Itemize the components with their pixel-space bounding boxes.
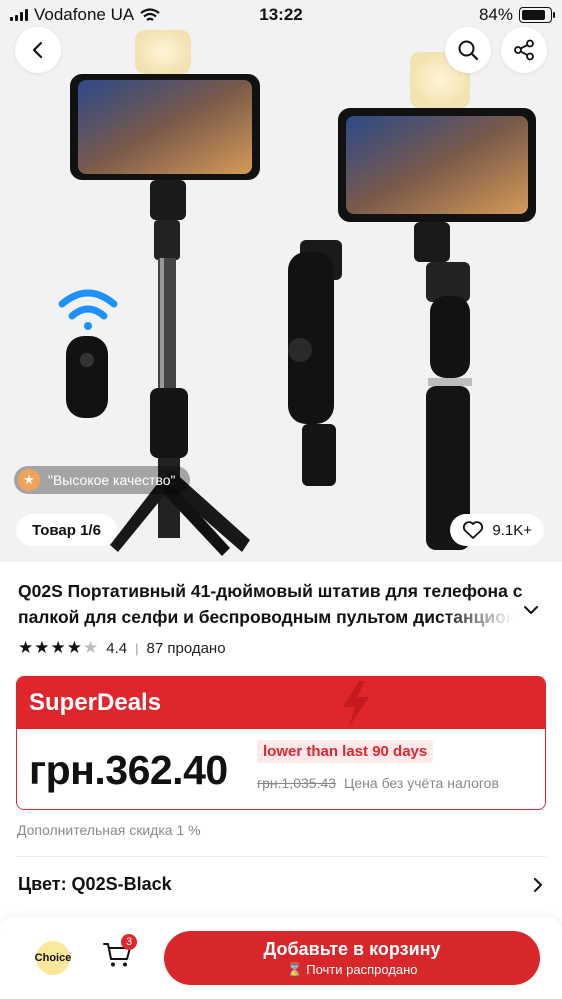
star-half-icon: ★ [83, 638, 99, 657]
superdeals-header: SuperDeals [17, 677, 545, 729]
cart-count-badge: 3 [121, 934, 137, 950]
sold-count: 87 продано [146, 639, 226, 657]
hourglass-icon: ⌛ [286, 961, 303, 977]
clock: 13:22 [259, 5, 303, 24]
product-gallery[interactable]: ★ "Высокое качество" Товар 1/6 9.1K+ [0, 0, 562, 562]
divider: | [135, 640, 139, 656]
star-icon: ★ [34, 638, 50, 657]
rating-value: 4.4 [106, 639, 128, 657]
lower-price-tag: lower than last 90 days [257, 740, 434, 763]
choice-badge[interactable]: Choice [35, 941, 71, 975]
color-selector[interactable]: Цвет: Q02S-Black [18, 874, 544, 895]
quality-badge-label: "Высокое качество" [48, 472, 176, 488]
battery-percent: 84% [478, 5, 513, 24]
product-title-line-1: Q02S Портативный 41-дюймовый штатив для … [18, 581, 523, 601]
battery-icon [519, 7, 555, 23]
wishlist-count: 9.1K+ [492, 521, 532, 539]
chevron-down-icon[interactable] [522, 603, 540, 617]
add-to-cart-button[interactable]: Добавьте в корзину ⌛ Почти распродано [164, 931, 540, 985]
quality-badge: ★ "Высокое качество" [14, 466, 190, 494]
old-price-row: грн.1,035.43 Цена без учёта налогов [257, 775, 499, 791]
stock-note-label: Почти распродано [306, 961, 418, 977]
image-counter: Товар 1/6 [16, 514, 117, 546]
heart-icon [463, 521, 484, 539]
rating-row[interactable]: ★ ★ ★ ★ ★ 4.4 | 87 продано [18, 638, 226, 658]
color-label: Цвет: Q02S-Black [18, 874, 172, 894]
tax-note: Цена без учёта налогов [344, 775, 499, 791]
stock-note: ⌛ Почти распродано [286, 962, 417, 978]
chevron-left-icon [32, 41, 43, 59]
lightning-icon [343, 681, 369, 727]
search-icon [458, 40, 479, 61]
product-title-line-2: палкой для селфи и беспроводным пультом … [18, 607, 518, 627]
share-icon [514, 39, 534, 61]
bottom-action-bar: Choice 3 Добавьте в корзину ⌛ Почти расп… [0, 917, 562, 999]
wishlist-button[interactable]: 9.1K+ [450, 514, 544, 546]
status-bar: Vodafone UA 13:22 84% [0, 0, 562, 30]
share-button[interactable] [501, 27, 547, 73]
star-badge-icon: ★ [18, 469, 40, 491]
add-to-cart-label: Добавьте в корзину [263, 938, 441, 959]
superdeals-card: SuperDeals грн.362.40 lower than last 90… [16, 676, 546, 810]
product-title[interactable]: Q02S Портативный 41-дюймовый штатив для … [18, 578, 538, 630]
chevron-right-icon [534, 877, 542, 892]
old-price: грн.1,035.43 [257, 775, 337, 791]
rating-stars: ★ ★ ★ ★ ★ [18, 638, 98, 658]
star-icon: ★ [50, 638, 66, 657]
back-button[interactable] [15, 27, 61, 73]
divider [16, 856, 546, 857]
current-price: грн.362.40 [29, 747, 228, 793]
superdeals-brand: SuperDeals [29, 689, 162, 716]
search-button[interactable] [445, 27, 491, 73]
extra-discount: Дополнительная скидка 1 % [17, 822, 201, 838]
star-icon: ★ [66, 638, 82, 657]
star-icon: ★ [18, 638, 34, 657]
